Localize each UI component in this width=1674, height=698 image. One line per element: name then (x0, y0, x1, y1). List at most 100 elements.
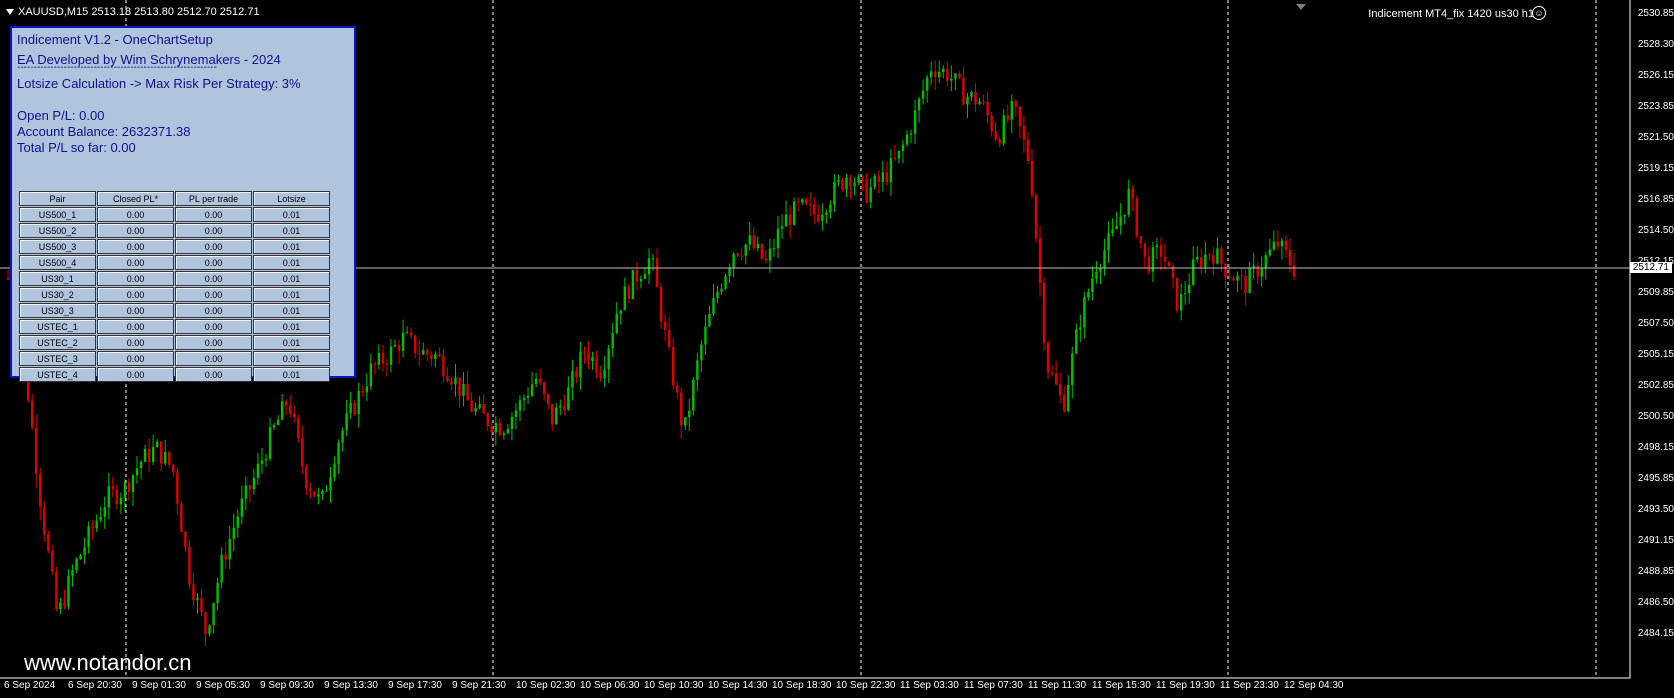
time-tick-label: 6 Sep 20:30 (68, 680, 122, 691)
candle-body (1071, 353, 1074, 386)
candle-body (284, 401, 288, 406)
candle-body (422, 350, 425, 355)
price-tick-label: 2498.15 (1637, 442, 1674, 453)
candle-body (744, 244, 747, 256)
candle-body (978, 101, 981, 105)
price-tick-label: 2519.15 (1637, 163, 1674, 174)
candle-body (756, 243, 760, 249)
candle-body (426, 350, 429, 355)
candle-body (1018, 106, 1022, 126)
candle-body (615, 313, 618, 334)
candle-body (534, 378, 538, 385)
candle-body (30, 400, 34, 428)
candle-body (1236, 275, 1239, 281)
candle-body (345, 413, 348, 431)
candle-body (1187, 284, 1191, 294)
candle-body (1192, 259, 1195, 285)
candle-body (994, 131, 997, 140)
candle-body (155, 441, 159, 448)
time-tick-label: 9 Sep 13:30 (324, 680, 378, 691)
price-tick-label: 2509.85 (1637, 287, 1674, 298)
symbol-bar[interactable]: XAUUSD,M15 2513.18 2513.80 2512.70 2512.… (6, 6, 260, 18)
candle-body (454, 377, 457, 385)
cell-closed-pl: 0.00 (97, 367, 174, 382)
time-tick-label: 11 Sep 23:30 (1220, 680, 1279, 691)
table-row: USTEC_3 0.00 0.00 0.01 (19, 351, 330, 366)
candle-body (357, 390, 360, 414)
candle-body (913, 110, 917, 134)
candle-body (1204, 254, 1207, 267)
candle-body (143, 448, 147, 462)
candle-body (301, 438, 304, 467)
candle-body (256, 463, 260, 479)
candle-body (1248, 268, 1251, 294)
cell-pair: US30_3 (19, 303, 96, 318)
candle-body (51, 550, 54, 572)
cell-pl-per-trade: 0.00 (175, 367, 252, 382)
cell-lotsize: 0.01 (253, 207, 330, 222)
candle-body (575, 371, 578, 378)
candle-body (962, 77, 965, 105)
candle-body (1200, 256, 1203, 267)
candle-body (458, 377, 461, 396)
candle-body (1107, 233, 1110, 251)
candle-body (1026, 139, 1030, 161)
candle-body (1216, 248, 1219, 264)
panel-open-pl: Open P/L: 0.00 (17, 108, 105, 123)
candle-body (490, 426, 493, 433)
candle-body (260, 460, 264, 464)
candle-body (232, 527, 235, 539)
price-tick-label: 2507.50 (1637, 318, 1674, 329)
candle-body (1054, 373, 1058, 385)
candle-body (1179, 294, 1183, 311)
candle-body (1038, 238, 1042, 283)
candle-body (95, 520, 98, 529)
candle-body (1014, 101, 1018, 107)
dropdown-triangle-icon[interactable] (6, 9, 14, 16)
table-row: US30_1 0.00 0.00 0.01 (19, 271, 330, 286)
candle-body (1272, 241, 1276, 250)
candle-body (958, 73, 961, 78)
cell-closed-pl: 0.00 (97, 335, 174, 350)
candle-body (35, 427, 38, 474)
candle-body (595, 356, 598, 374)
cell-lotsize: 0.01 (253, 255, 330, 270)
candle-body (1058, 384, 1062, 395)
smiley-icon[interactable]: ☺ (1532, 6, 1546, 20)
cell-lotsize: 0.01 (253, 223, 330, 238)
candle-body (75, 559, 78, 571)
candle-body (119, 497, 123, 504)
candle-body (547, 394, 550, 404)
candle-body (1224, 263, 1227, 277)
shift-marker-icon[interactable] (1296, 4, 1306, 10)
cell-pl-per-trade: 0.00 (175, 271, 252, 286)
candle-body (917, 98, 921, 111)
candle-body (147, 448, 151, 463)
candle-body (1260, 268, 1263, 277)
candle-body (708, 314, 711, 327)
candle-body (542, 382, 546, 395)
candle-body (99, 516, 102, 521)
panel-separator: ----------------------------------------… (17, 62, 217, 73)
table-row: USTEC_1 0.00 0.00 0.01 (19, 319, 330, 334)
cell-lotsize: 0.01 (253, 303, 330, 318)
candle-body (83, 547, 86, 556)
candle-body (579, 351, 582, 378)
cell-pair: US500_2 (19, 223, 96, 238)
cell-lotsize: 0.01 (253, 335, 330, 350)
candle-body (841, 179, 844, 190)
cell-pair: US30_1 (19, 271, 96, 286)
candle-body (833, 181, 836, 205)
candle-body (151, 447, 155, 463)
candle-body (1075, 329, 1078, 354)
candle-body (470, 400, 473, 412)
candle-body (889, 158, 893, 183)
candle-body (494, 423, 497, 433)
candle-body (204, 611, 207, 634)
candle-body (1030, 160, 1034, 196)
candle-body (288, 405, 292, 414)
candle-body (115, 489, 119, 504)
candle-body (825, 212, 828, 215)
candle-body (651, 258, 655, 260)
candle-body (1042, 282, 1046, 343)
